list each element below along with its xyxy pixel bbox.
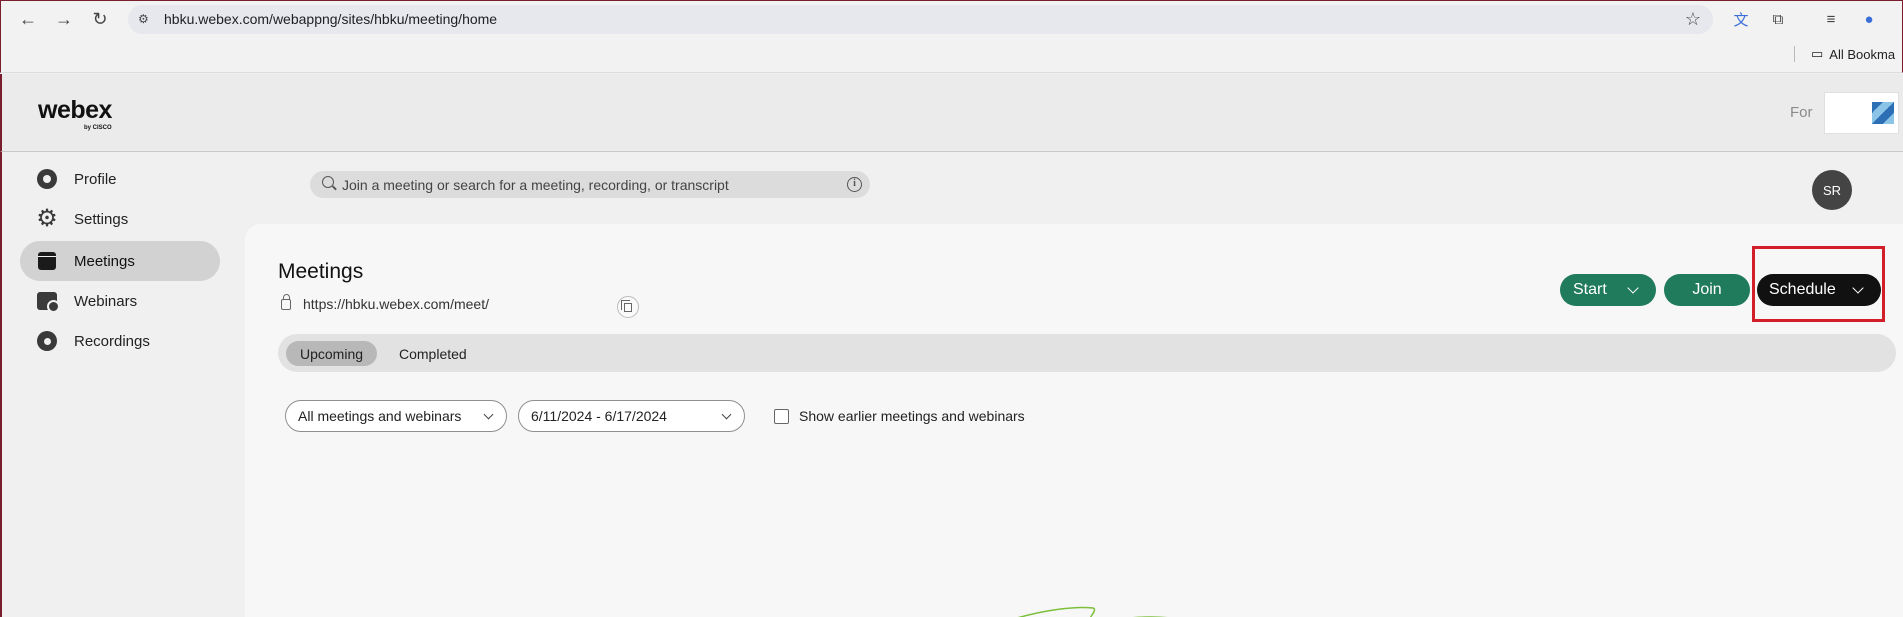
chevron-down-icon bbox=[721, 409, 732, 420]
site-info-icon[interactable]: ⚙ bbox=[138, 12, 154, 26]
join-label: Join bbox=[1692, 281, 1722, 298]
date-range-value: 6/11/2024 - 6/17/2024 bbox=[531, 408, 667, 424]
reload-icon[interactable]: ↻ bbox=[87, 7, 113, 31]
schedule-highlight-box bbox=[1752, 246, 1885, 322]
show-earlier-label: Show earlier meetings and webinars bbox=[799, 408, 1025, 424]
extensions-icon[interactable]: ⧉ bbox=[1766, 7, 1790, 31]
meeting-type-select[interactable]: All meetings and webinars bbox=[285, 400, 507, 432]
meeting-link-text[interactable]: https://hbku.webex.com/meet/ bbox=[303, 296, 489, 312]
info-icon[interactable]: i bbox=[847, 177, 862, 192]
organization-mark-icon bbox=[1872, 102, 1894, 124]
sidebar-item-webinars[interactable]: Webinars bbox=[20, 281, 220, 321]
webex-logo[interactable]: webex by CISCO bbox=[38, 96, 112, 131]
account-icon[interactable]: ● bbox=[1857, 7, 1881, 31]
page-title: Meetings bbox=[278, 260, 364, 283]
for-label: For bbox=[1790, 104, 1813, 121]
tab-completed[interactable]: Completed bbox=[385, 341, 481, 366]
calendar-icon bbox=[36, 250, 58, 272]
search-icon bbox=[322, 176, 334, 188]
chevron-down-icon bbox=[483, 409, 494, 420]
search-bar[interactable]: i bbox=[310, 171, 870, 198]
bookmarks-bar: ▭ All Bookma bbox=[0, 36, 1903, 73]
logo-subtext: by CISCO bbox=[84, 125, 112, 131]
webinar-icon bbox=[36, 290, 60, 313]
sidebar-item-profile[interactable]: Profile bbox=[20, 159, 220, 199]
main-panel: Meetings https://hbku.webex.com/meet/ St… bbox=[245, 224, 1903, 617]
sidebar-item-label: Webinars bbox=[74, 292, 138, 310]
sidebar-item-meetings[interactable]: Meetings bbox=[20, 241, 220, 281]
date-range-select[interactable]: 6/11/2024 - 6/17/2024 bbox=[518, 400, 745, 432]
empty-state-illustration bbox=[1017, 606, 1169, 617]
show-earlier-checkbox[interactable] bbox=[774, 408, 789, 424]
lock-icon bbox=[281, 293, 291, 310]
translate-icon[interactable]: 文 bbox=[1729, 7, 1753, 31]
copy-link-button[interactable] bbox=[617, 296, 639, 318]
recording-icon bbox=[36, 330, 58, 352]
media-icon[interactable]: ≡ bbox=[1819, 7, 1843, 31]
personal-room-link: https://hbku.webex.com/meet/ bbox=[281, 293, 489, 312]
logo-text: webex bbox=[38, 96, 112, 124]
back-icon[interactable]: ← bbox=[15, 7, 41, 31]
bookmark-star-icon[interactable]: ☆ bbox=[1685, 9, 1701, 30]
sidebar-item-recordings[interactable]: Recordings bbox=[20, 321, 220, 361]
sidebar-item-label: Profile bbox=[74, 170, 117, 188]
url-text[interactable]: hbku.webex.com/webappng/sites/hbku/meeti… bbox=[164, 11, 497, 27]
avatar[interactable]: SR bbox=[1812, 170, 1852, 210]
sidebar-item-label: Settings bbox=[74, 210, 129, 228]
meeting-tabs: Upcoming Completed bbox=[278, 334, 1896, 372]
search-input[interactable] bbox=[342, 174, 832, 195]
start-button[interactable]: Start bbox=[1560, 274, 1656, 306]
join-button[interactable]: Join bbox=[1664, 274, 1750, 306]
all-bookmarks-button[interactable]: ▭ All Bookma bbox=[1811, 46, 1895, 62]
copy-icon bbox=[621, 299, 632, 312]
all-bookmarks-label: All Bookma bbox=[1829, 46, 1896, 62]
app-header: webex by CISCO For bbox=[0, 74, 1903, 152]
start-label: Start bbox=[1573, 281, 1607, 298]
tab-upcoming[interactable]: Upcoming bbox=[286, 341, 378, 366]
organization-logo bbox=[1824, 92, 1899, 134]
profile-icon bbox=[36, 168, 58, 190]
sidebar: Profile ⚙ Settings Meetings Webinars Rec… bbox=[0, 152, 245, 617]
show-earlier-option[interactable]: Show earlier meetings and webinars bbox=[774, 408, 1025, 424]
sidebar-item-settings[interactable]: ⚙ Settings bbox=[20, 199, 220, 239]
bookmarks-divider bbox=[1794, 46, 1795, 62]
chevron-down-icon[interactable] bbox=[1627, 282, 1639, 294]
folder-icon: ▭ bbox=[1811, 46, 1824, 61]
address-bar[interactable]: ⚙ hbku.webex.com/webappng/sites/hbku/mee… bbox=[128, 5, 1713, 34]
gear-icon: ⚙ bbox=[36, 205, 58, 232]
browser-toolbar: ← → ↻ ⚙ hbku.webex.com/webappng/sites/hb… bbox=[0, 0, 1903, 36]
meeting-type-value: All meetings and webinars bbox=[298, 408, 462, 424]
sidebar-item-label: Meetings bbox=[74, 252, 135, 270]
forward-icon[interactable]: → bbox=[51, 7, 77, 31]
sidebar-item-label: Recordings bbox=[74, 332, 150, 350]
